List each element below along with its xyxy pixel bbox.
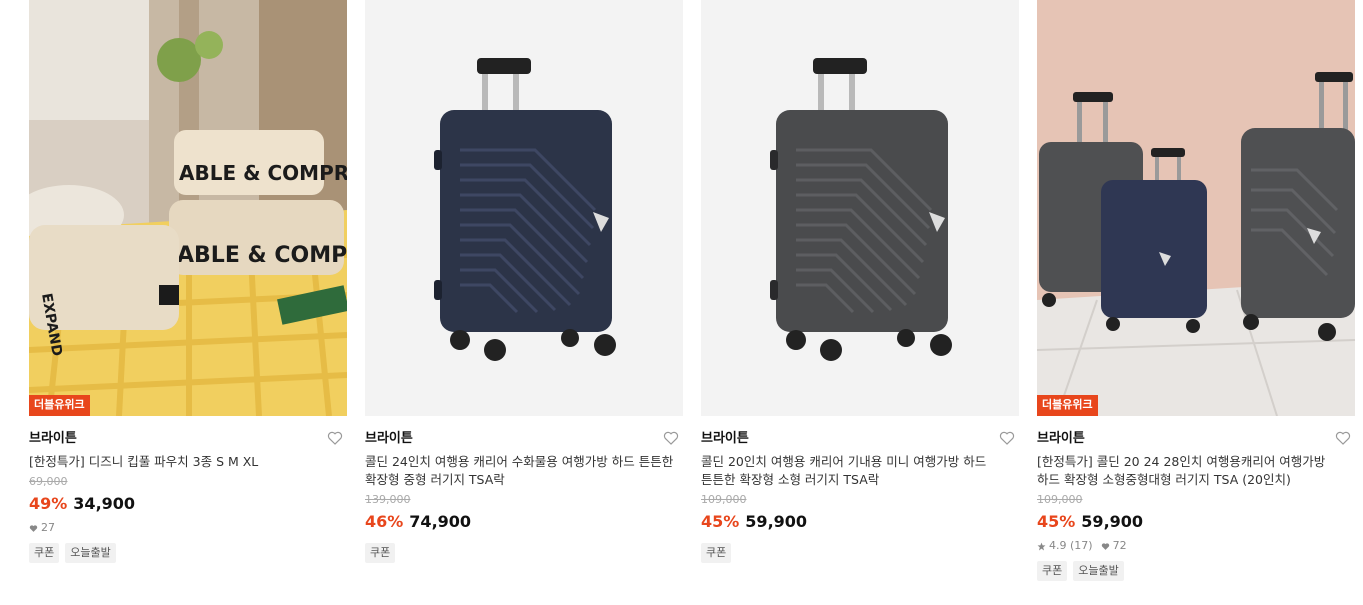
gray-suitcase-photo-icon (701, 0, 1019, 416)
heart-filled-icon (1101, 542, 1109, 550)
product-title[interactable]: 콜딘 20인치 여행용 캐리어 기내용 미니 여행가방 하드 튼튼한 확장형 소… (701, 453, 1013, 489)
product-card[interactable]: ABLE & COMPRESS ABLE & COMPRESS EXPAND 더… (29, 0, 347, 563)
original-price: 109,000 (1037, 493, 1083, 506)
tag-coupon: 쿠폰 (1037, 561, 1068, 581)
original-price: 139,000 (365, 493, 411, 506)
product-image-link[interactable]: 더블유위크 (1037, 0, 1355, 416)
tag-same-day-shipping: 오늘출발 (1073, 561, 1124, 581)
packing-pouch-photo-icon: ABLE & COMPRESS ABLE & COMPRESS EXPAND (29, 0, 347, 416)
heart-icon[interactable] (999, 430, 1017, 448)
tag-coupon: 쿠폰 (29, 543, 60, 563)
brand-name[interactable]: 브라이튼 (1037, 430, 1355, 448)
discount-rate: 49% (29, 494, 68, 513)
product-title[interactable]: [한정특가] 디즈니 킵풀 파우치 3종 S M XL (29, 453, 341, 471)
product-card[interactable]: 브라이튼 콜딘 24인치 여행용 캐리어 수화물용 여행가방 하드 튼튼한 확장… (365, 0, 683, 563)
likes-count: 27 (29, 521, 55, 535)
sale-price: 59,900 (745, 512, 808, 531)
tag-coupon: 쿠폰 (701, 543, 732, 563)
brand-name[interactable]: 브라이튼 (29, 430, 347, 448)
likes-count: 72 (1101, 539, 1127, 553)
svg-text:ABLE & COMPRESS: ABLE & COMPRESS (177, 243, 347, 268)
sale-price: 74,900 (409, 512, 472, 531)
original-price: 69,000 (29, 475, 68, 488)
sale-price: 59,900 (1081, 512, 1144, 531)
product-card[interactable]: 브라이튼 콜딘 20인치 여행용 캐리어 기내용 미니 여행가방 하드 튼튼한 … (701, 0, 1019, 563)
product-image-link[interactable]: ABLE & COMPRESS ABLE & COMPRESS EXPAND 더… (29, 0, 347, 416)
tag-coupon: 쿠폰 (365, 543, 396, 563)
tag-same-day-shipping: 오늘출발 (65, 543, 116, 563)
product-card[interactable]: 더블유위크 브라이튼 [한정특가] 콜딘 20 24 28인치 여행용캐리어 여… (1037, 0, 1355, 581)
product-title[interactable]: 콜딘 24인치 여행용 캐리어 수화물용 여행가방 하드 튼튼한 확장형 중형 … (365, 453, 677, 489)
heart-icon[interactable] (1335, 430, 1353, 448)
discount-rate: 45% (1037, 512, 1076, 531)
discount-rate: 45% (701, 512, 740, 531)
original-price: 109,000 (701, 493, 747, 506)
promo-badge: 더블유위크 (1037, 395, 1098, 416)
likes-value: 72 (1112, 539, 1127, 552)
brand-name[interactable]: 브라이튼 (365, 430, 683, 448)
promo-badge: 더블유위크 (29, 395, 90, 416)
product-title[interactable]: [한정특가] 콜딘 20 24 28인치 여행용캐리어 여행가방 하드 확장형 … (1037, 453, 1349, 489)
navy-suitcase-photo-icon (365, 0, 683, 416)
heart-filled-icon (29, 524, 38, 532)
sale-price: 34,900 (73, 494, 136, 513)
discount-rate: 46% (365, 512, 404, 531)
star-icon (1037, 542, 1046, 550)
heart-icon[interactable] (663, 430, 681, 448)
rating-value: 4.9 (17) (1049, 539, 1093, 552)
rating: 4.9 (17) (1037, 539, 1093, 553)
product-image-link[interactable] (701, 0, 1019, 416)
likes-value: 27 (41, 521, 55, 534)
suitcase-set-photo-icon (1037, 0, 1355, 416)
product-image-link[interactable] (365, 0, 683, 416)
svg-text:ABLE & COMPRESS: ABLE & COMPRESS (179, 161, 347, 185)
brand-name[interactable]: 브라이튼 (701, 430, 1019, 448)
heart-icon[interactable] (327, 430, 345, 448)
